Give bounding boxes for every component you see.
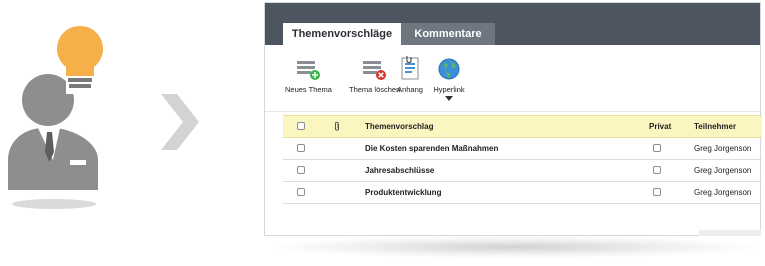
private-checkbox[interactable] — [653, 144, 661, 152]
tab-kommentare[interactable]: Kommentare — [401, 23, 495, 45]
hyperlink-label: Hyperlink — [433, 85, 465, 94]
table-row[interactable]: Die Kosten sparenden Maßnahmen Greg Jorg… — [283, 138, 762, 160]
participants-cell: Greg Jorgenson — [694, 144, 752, 153]
attachment-label: Anhang — [397, 85, 423, 94]
attachment-icon — [401, 56, 419, 80]
delete-topic-label: Thema löschen — [349, 85, 401, 94]
column-header-topic[interactable]: Themenvorschlag — [365, 116, 433, 137]
idea-person-illustration — [8, 26, 103, 209]
topic-cell[interactable]: Produktentwicklung — [365, 182, 441, 203]
paperclip-icon — [335, 121, 339, 131]
row-select-checkbox[interactable] — [297, 188, 305, 196]
table-header-row: Themenvorschlag Privat Teilnehmer — [283, 115, 762, 138]
tab-themenvorschlaege[interactable]: Themenvorschläge — [283, 23, 401, 45]
row-select-checkbox[interactable] — [297, 166, 305, 174]
chevron-right-icon — [161, 94, 199, 150]
participants-cell: Greg Jorgenson — [694, 188, 752, 197]
topics-table: Themenvorschlag Privat Teilnehmer Die Ko… — [283, 115, 762, 204]
attachment-button[interactable]: Anhang — [395, 55, 425, 94]
new-topic-button[interactable]: Neues Thema — [285, 55, 332, 94]
app-window: Themenvorschläge Kommentare Neues Thema — [264, 2, 762, 236]
table-row[interactable]: Produktentwicklung Greg Jorgenson — [283, 182, 762, 204]
row-select-checkbox[interactable] — [297, 144, 305, 152]
column-header-participants[interactable]: Teilnehmer — [694, 116, 736, 137]
window-shadow — [272, 236, 757, 258]
new-topic-label: Neues Thema — [285, 85, 332, 94]
hyperlink-button[interactable]: Hyperlink — [431, 55, 467, 103]
dropdown-arrow-icon[interactable] — [445, 96, 453, 101]
column-header-private[interactable]: Privat — [649, 116, 671, 137]
participants-cell: Greg Jorgenson — [694, 166, 752, 175]
delete-topic-button[interactable]: Thema löschen — [349, 55, 401, 94]
delete-topic-icon — [363, 61, 386, 80]
select-all-checkbox[interactable] — [297, 122, 305, 130]
topic-cell[interactable]: Jahresabschlüsse — [365, 160, 434, 181]
globe-icon — [438, 58, 460, 80]
private-checkbox[interactable] — [653, 188, 661, 196]
horizontal-scrollbar[interactable] — [699, 230, 761, 236]
private-checkbox[interactable] — [653, 166, 661, 174]
toolbar: Neues Thema Thema löschen Anhang Hyperli… — [265, 45, 760, 112]
table-row[interactable]: Jahresabschlüsse Greg Jorgenson — [283, 160, 762, 182]
tab-bar: Themenvorschläge Kommentare — [265, 3, 760, 45]
new-topic-icon — [297, 61, 320, 80]
topic-cell[interactable]: Die Kosten sparenden Maßnahmen — [365, 138, 498, 159]
